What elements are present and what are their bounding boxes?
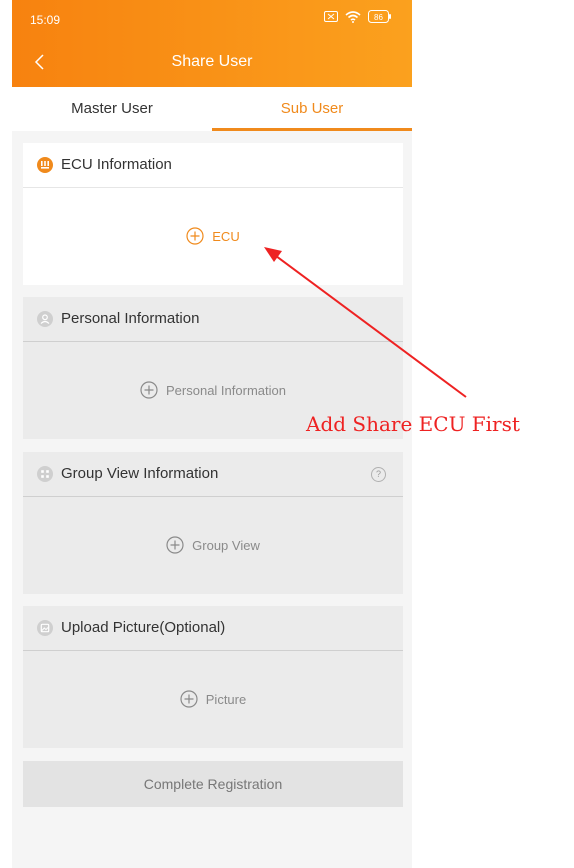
wifi-icon xyxy=(345,10,361,23)
personal-section-header: Personal Information xyxy=(23,297,403,342)
picture-section: Upload Picture(Optional) Picture xyxy=(23,606,403,748)
help-icon[interactable]: ? xyxy=(371,467,386,482)
plus-circle-icon xyxy=(180,690,198,708)
person-icon xyxy=(37,311,53,327)
plus-circle-icon xyxy=(140,381,158,399)
ecu-section-title: ECU Information xyxy=(61,156,172,173)
add-ecu-button[interactable]: ECU xyxy=(23,227,403,245)
status-time: 15:09 xyxy=(30,13,61,27)
tab-master-user[interactable]: Master User xyxy=(12,87,212,131)
battery-icon: 86 xyxy=(368,10,391,23)
plus-circle-icon xyxy=(186,227,204,245)
add-picture-button[interactable]: Picture xyxy=(23,690,403,708)
complete-registration-button[interactable]: Complete Registration xyxy=(23,761,403,807)
group-view-section: Group View Information ? Group View xyxy=(23,452,403,594)
tab-sub-user[interactable]: Sub User xyxy=(212,87,412,131)
group-view-section-header: Group View Information ? xyxy=(23,452,403,497)
annotation-text: Add Share ECU First xyxy=(306,412,520,436)
app-header: 15:09 86 Share User xyxy=(12,0,412,87)
page-title: Share User xyxy=(171,53,253,70)
add-picture-label: Picture xyxy=(205,691,247,707)
user-tabs: Master User Sub User xyxy=(12,87,412,131)
picture-icon xyxy=(37,620,53,636)
picture-section-header: Upload Picture(Optional) xyxy=(23,606,403,651)
sim-icon xyxy=(324,11,338,22)
add-group-view-label: Group View xyxy=(192,537,260,553)
status-icons: 86 xyxy=(324,10,392,23)
group-view-section-title: Group View Information xyxy=(61,465,219,482)
battery-level: 86 xyxy=(374,13,383,22)
personal-section-title: Personal Information xyxy=(61,310,200,327)
plus-circle-icon xyxy=(166,536,184,554)
add-ecu-label: ECU xyxy=(212,228,240,244)
ecu-info-icon xyxy=(37,157,53,173)
picture-section-title: Upload Picture(Optional) xyxy=(61,619,226,636)
add-personal-label: Personal Information xyxy=(166,382,286,398)
ecu-section: ECU Information ECU xyxy=(23,143,403,285)
add-group-view-button[interactable]: Group View xyxy=(23,536,403,554)
grid-icon xyxy=(37,466,53,482)
ecu-section-header: ECU Information xyxy=(23,143,403,188)
add-personal-button[interactable]: Personal Information xyxy=(23,381,403,399)
